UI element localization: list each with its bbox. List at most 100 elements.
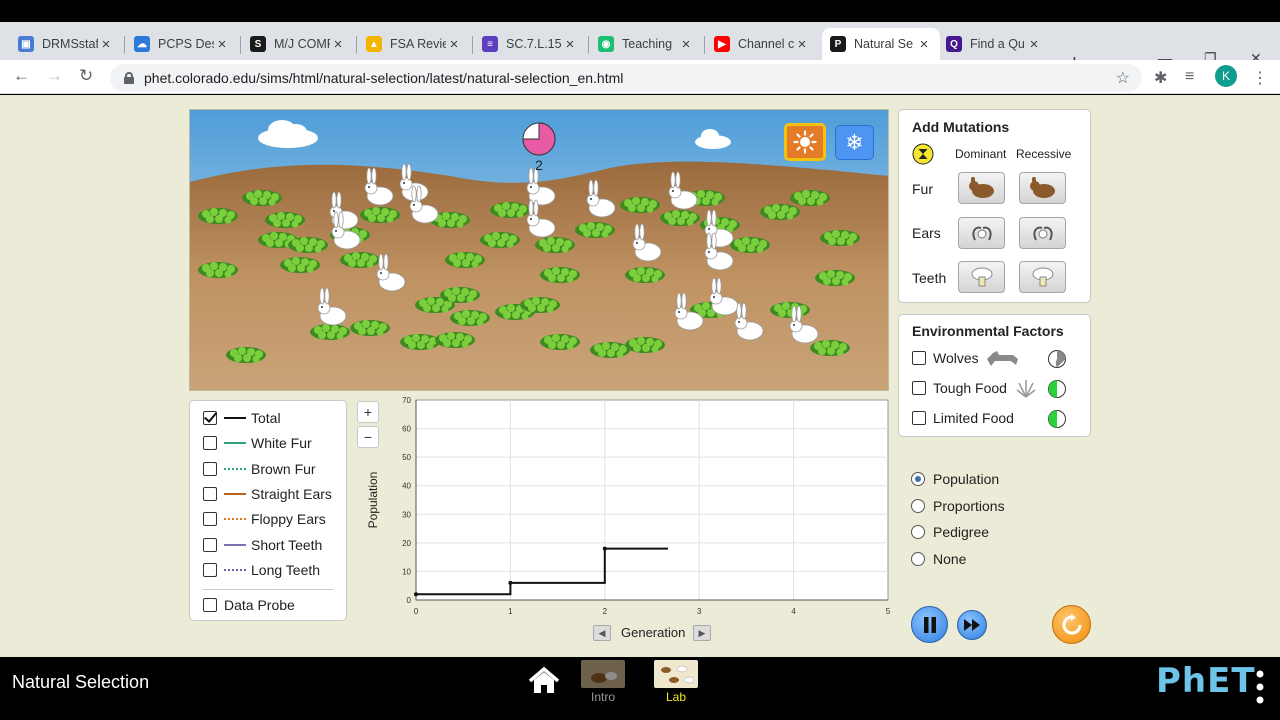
tab-separator (240, 36, 241, 54)
teeth-recessive-button[interactable] (1019, 261, 1066, 293)
data-point (414, 592, 418, 597)
legend-line-swatch (224, 568, 246, 571)
legend-checkbox[interactable] (203, 512, 217, 527)
pause-button[interactable] (911, 606, 948, 643)
graph-mode-radio[interactable] (911, 551, 925, 566)
intro-thumbnail (581, 660, 625, 688)
arctic-snowflake-button[interactable]: ❄ (835, 125, 874, 160)
home-icon[interactable] (528, 667, 560, 695)
browser-tab[interactable]: P Natural Se × (822, 28, 940, 60)
tab-close-icon[interactable]: × (214, 36, 230, 53)
tough-food-row[interactable]: Tough Food (912, 380, 1007, 396)
options-menu-icon[interactable] (1255, 669, 1265, 705)
legend-line-swatch (224, 442, 246, 445)
browser-tab[interactable]: ▶ Channel c × (706, 28, 818, 60)
legend-row[interactable]: Long Teeth (203, 562, 320, 578)
wolves-row[interactable]: Wolves (912, 350, 979, 366)
sun-icon (793, 130, 817, 154)
legend-checkbox[interactable] (203, 461, 217, 476)
data-probe-row[interactable]: Data Probe (203, 597, 295, 613)
legend-checkbox[interactable] (203, 537, 217, 552)
tab-favicon-icon: ◉ (598, 36, 614, 52)
tough-food-checkbox[interactable] (912, 381, 926, 395)
browser-tab[interactable]: ◉ Teaching × (590, 28, 702, 60)
legend-row[interactable]: White Fur (203, 435, 312, 451)
tab-favicon-icon: ☁ (134, 36, 150, 52)
limited-food-row[interactable]: Limited Food (912, 410, 1014, 426)
generation-forward-button[interactable]: ▶ (693, 625, 711, 641)
wolves-checkbox[interactable] (912, 351, 926, 365)
tab-close-icon[interactable]: × (916, 36, 932, 53)
browser-tab[interactable]: ≡ SC.7.L.15. × (474, 28, 586, 60)
data-probe-checkbox[interactable] (203, 598, 217, 612)
media-icon[interactable]: ≡ (1185, 68, 1194, 86)
lab-label: Lab (665, 690, 687, 704)
tab-title: Teaching (622, 37, 673, 51)
tab-close-icon[interactable]: × (562, 36, 578, 53)
bookmark-star-icon[interactable]: ☆ (1116, 68, 1130, 88)
back-icon[interactable]: ← (13, 66, 30, 86)
browser-tab[interactable]: ▣ DRMSstaff × (10, 28, 122, 60)
tab-close-icon[interactable]: × (98, 36, 114, 53)
graph-mode-radio[interactable] (911, 472, 925, 486)
phet-navigation-bar: Natural Selection Intro Lab PhET (0, 657, 1280, 720)
ears-dominant-button[interactable] (958, 217, 1005, 249)
tab-close-icon[interactable]: × (794, 36, 810, 53)
reset-all-button[interactable] (1052, 605, 1091, 644)
legend-checkbox[interactable] (203, 436, 217, 451)
limited-food-checkbox[interactable] (912, 411, 926, 425)
tab-close-icon[interactable]: × (678, 36, 694, 53)
tab-close-icon[interactable]: × (1026, 36, 1042, 53)
legend-row[interactable]: Brown Fur (203, 461, 316, 477)
url-bar[interactable]: phet.colorado.edu/sims/html/natural-sele… (110, 64, 1142, 92)
graph-mode-option[interactable]: None (911, 551, 966, 567)
wolves-timer-icon (1048, 350, 1066, 368)
legend-row[interactable]: Total (203, 410, 281, 426)
equator-sun-button[interactable] (784, 123, 826, 161)
snowflake-icon: ❄ (845, 129, 864, 155)
legend-row[interactable]: Short Teeth (203, 537, 322, 553)
environmental-factors-panel: Environmental Factors Wolves Tough Food (898, 314, 1091, 437)
population-legend-panel: Total White Fur Brown Fur Straight Ears Flop… (189, 400, 347, 621)
fast-forward-button[interactable] (957, 610, 987, 640)
wolves-label: Wolves (933, 350, 979, 366)
menu-icon[interactable]: ⋮ (1252, 68, 1268, 88)
x-tick-label: 4 (791, 607, 796, 616)
fur-dominant-button[interactable] (958, 172, 1005, 204)
graph-mode-option[interactable]: Pedigree (911, 524, 989, 540)
generation-back-button[interactable]: ◀ (593, 625, 611, 641)
population-graph: 0 1 2 3 4 5010203040506070Population (366, 396, 891, 616)
lab-thumbnail (654, 660, 698, 688)
legend-row[interactable]: Floppy Ears (203, 511, 326, 527)
teeth-dominant-button[interactable] (958, 261, 1005, 293)
limited-food-label: Limited Food (933, 410, 1014, 426)
browser-tab[interactable]: Q Find a Qu × (938, 28, 1050, 60)
browser-tab[interactable]: S M/J COMP × (242, 28, 354, 60)
forward-icon[interactable]: → (46, 66, 63, 86)
graph-mode-radio[interactable] (911, 498, 925, 513)
legend-checkbox[interactable] (203, 411, 217, 425)
graph-mode-option[interactable]: Population (911, 471, 999, 487)
legend-label: Long Teeth (251, 561, 321, 578)
brown-bunny-icon (968, 177, 994, 198)
profile-avatar[interactable]: K (1215, 65, 1237, 87)
legend-label: Straight Ears (251, 485, 332, 502)
tab-close-icon[interactable]: × (330, 36, 346, 53)
reload-icon[interactable]: ↻ (79, 66, 93, 86)
extensions-icon[interactable]: ✱ (1154, 68, 1167, 88)
legend-row[interactable]: Straight Ears (203, 486, 332, 502)
legend-checkbox[interactable] (203, 486, 217, 501)
graph-mode-option[interactable]: Proportions (911, 498, 1005, 514)
legend-divider (203, 589, 333, 590)
phet-logo[interactable]: PhET (1156, 661, 1256, 701)
ears-recessive-button[interactable] (1019, 217, 1066, 249)
browser-tab[interactable]: ▲ FSA Review× (358, 28, 470, 60)
legend-checkbox[interactable] (203, 562, 217, 577)
y-tick-label: 0 (407, 596, 412, 605)
tab-close-icon[interactable]: × (446, 36, 462, 53)
browser-tab[interactable]: ☁ PCPS Desk× (126, 28, 238, 60)
fur-recessive-button[interactable] (1019, 172, 1066, 204)
mutation-hourglass-icon (912, 143, 934, 165)
tab-favicon-icon: P (830, 36, 846, 52)
graph-mode-radio[interactable] (911, 525, 925, 539)
